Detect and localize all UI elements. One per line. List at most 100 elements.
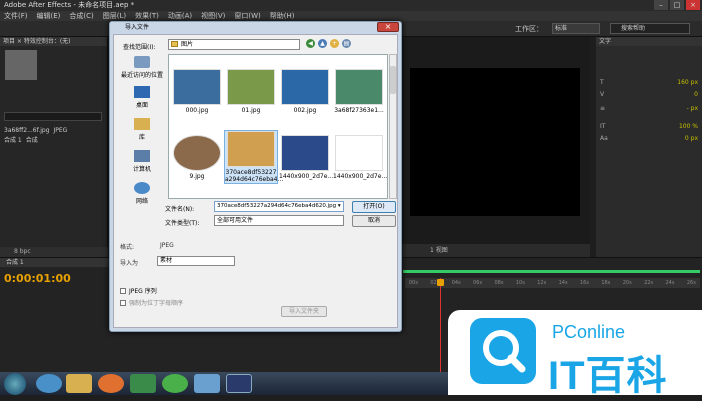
place-recent[interactable]: 最近访问的位置	[118, 56, 166, 79]
file-item-selected[interactable]: 370ace8df53227 a294d64c76eba4...	[224, 130, 283, 184]
force-alphabetical-label: 强制为位丁字母顺序	[129, 300, 184, 307]
character-panel-title: 文字	[596, 37, 702, 46]
menu-edit[interactable]: 编辑(E)	[37, 11, 61, 21]
place-desktop[interactable]: 桌面	[118, 86, 166, 109]
work-area-bar[interactable]	[403, 270, 700, 273]
playhead-line[interactable]	[440, 278, 441, 372]
timecode-display[interactable]: 0:00:01:00	[4, 272, 71, 285]
timeline-tab-label: 合成 1	[6, 259, 24, 266]
workspace-select[interactable]: 标准	[552, 23, 600, 34]
project-item[interactable]: 3a68ff2...6f.jpg JPEG	[4, 126, 104, 135]
file-item[interactable]: 3a68f27363e1...	[333, 69, 385, 114]
file-name: 1440x900_2d7e...	[333, 173, 388, 180]
file-item[interactable]: 1440x900_2d7e...	[279, 135, 333, 180]
import-as-label: 导入为	[120, 260, 139, 267]
project-footer: 8 bpc	[0, 247, 108, 257]
file-item[interactable]: 9.jpg	[171, 135, 223, 180]
import-as-select[interactable]: 素材	[157, 256, 235, 266]
pconline-logo-icon	[470, 318, 536, 384]
character-row[interactable]: Aa 0 px	[600, 134, 698, 143]
place-computer[interactable]: 计算机	[118, 150, 166, 173]
file-name: 9.jpg	[189, 173, 205, 180]
menu-layer[interactable]: 图层(L)	[103, 11, 126, 21]
file-thumbnail	[281, 69, 329, 105]
start-button-icon[interactable]	[4, 373, 26, 395]
file-name: 370ace8df53227 a294d64c76eba4...	[225, 169, 284, 183]
file-item[interactable]: 1440x900_2d7e...	[333, 135, 388, 180]
view-menu-icon[interactable]: ▤	[342, 39, 351, 48]
cancel-button[interactable]: 取消	[352, 215, 396, 227]
filetype-select[interactable]: 全部可用文件	[214, 215, 344, 226]
ruler-tick: 22s	[644, 280, 654, 286]
filename-input[interactable]: 370ace8df53227a294d64c76eba4d620.jpg ▾	[214, 201, 344, 212]
format-value: JPEG	[160, 242, 174, 249]
explorer-icon[interactable]	[66, 374, 92, 393]
character-row[interactable]: ≡ - px	[600, 104, 698, 113]
menu-help[interactable]: 帮助(H)	[270, 11, 295, 21]
place-library[interactable]: 库	[118, 118, 166, 141]
window-icon[interactable]	[194, 374, 220, 393]
file-item[interactable]: 002.jpg	[279, 69, 331, 114]
dialog-close-icon[interactable]: ×	[377, 22, 399, 32]
media-player-icon[interactable]	[130, 374, 156, 393]
ruler-tick: 04s	[451, 280, 461, 286]
firefox-icon[interactable]	[98, 374, 124, 393]
playhead-handle[interactable]	[437, 279, 444, 286]
file-thumbnail	[281, 135, 329, 171]
maximize-icon[interactable]: □	[670, 0, 684, 10]
new-folder-icon[interactable]: +	[330, 39, 339, 48]
menu-file[interactable]: 文件(F)	[4, 11, 28, 21]
character-row[interactable]: V0	[600, 90, 698, 99]
window-controls: – □ ×	[654, 0, 700, 11]
network-icon	[134, 182, 150, 194]
ruler-tick: 00s	[409, 280, 418, 286]
folder-icon	[171, 41, 178, 47]
minimize-icon[interactable]: –	[654, 0, 668, 10]
character-row-value: 0	[694, 91, 698, 98]
viewer-footer: 1 视图	[400, 244, 590, 257]
force-alphabetical-option[interactable]: 强制为位丁字母顺序	[120, 298, 183, 307]
menu-view[interactable]: 视图(V)	[201, 11, 225, 21]
file-name: 3a68f27363e1...	[334, 107, 384, 114]
time-ruler[interactable]: 00s 02s 04s 06s 08s 10s 12s 14s 16s 18s …	[405, 278, 700, 288]
jpeg-sequence-option[interactable]: JPEG 序列	[120, 286, 157, 295]
back-icon[interactable]: ◀	[306, 39, 315, 48]
close-icon[interactable]: ×	[686, 0, 700, 10]
dialog-nav-icons: ◀ ▲ + ▤	[306, 39, 351, 48]
menu-window[interactable]: 窗口(W)	[234, 11, 260, 21]
ruler-tick: 16s	[580, 280, 589, 286]
project-search-input[interactable]	[4, 112, 102, 121]
ie-icon[interactable]	[36, 374, 62, 393]
scrollbar-thumb[interactable]	[390, 66, 396, 94]
menu-animation[interactable]: 动画(A)	[168, 11, 192, 21]
after-effects-icon[interactable]	[226, 374, 252, 393]
workspace-label: 工作区：	[515, 25, 543, 33]
filename-label: 文件名(N):	[165, 206, 195, 213]
look-in-select[interactable]: 图片	[168, 39, 300, 50]
open-button[interactable]: 打开(O)	[352, 201, 396, 213]
view-count-select[interactable]: 1 视图	[430, 247, 448, 254]
project-item-type: 合成	[25, 137, 38, 144]
force-alphabetical-checkbox[interactable]	[120, 299, 126, 306]
jpeg-sequence-checkbox[interactable]	[120, 287, 126, 294]
bit-depth-button[interactable]: 8 bpc	[14, 248, 31, 255]
up-folder-icon[interactable]: ▲	[318, 39, 327, 48]
menu-effect[interactable]: 效果(T)	[135, 11, 159, 21]
file-item[interactable]: 01.jpg	[225, 69, 277, 114]
character-row[interactable]: T 160 px	[600, 78, 698, 87]
help-search-input[interactable]: 搜索帮助	[610, 23, 690, 34]
project-item[interactable]: 合成 1 合成	[4, 136, 104, 145]
character-row[interactable]: IT 100 %	[600, 122, 698, 131]
ruler-tick: 20s	[622, 280, 632, 286]
ruler-tick: 06s	[473, 280, 483, 286]
file-thumbnail	[173, 135, 221, 171]
place-label: 网络	[135, 198, 148, 205]
project-panel-tabs[interactable]: 项目 × 特效控制台：(无)	[0, 37, 107, 46]
composition-canvas[interactable]	[410, 68, 580, 216]
import-folder-button[interactable]: 导入文件夹	[281, 306, 327, 317]
file-item[interactable]: 000.jpg	[171, 69, 223, 114]
menu-composition[interactable]: 合成(C)	[69, 11, 93, 21]
computer-icon	[134, 150, 150, 162]
app-icon[interactable]	[162, 374, 188, 393]
place-network[interactable]: 网络	[118, 182, 166, 205]
